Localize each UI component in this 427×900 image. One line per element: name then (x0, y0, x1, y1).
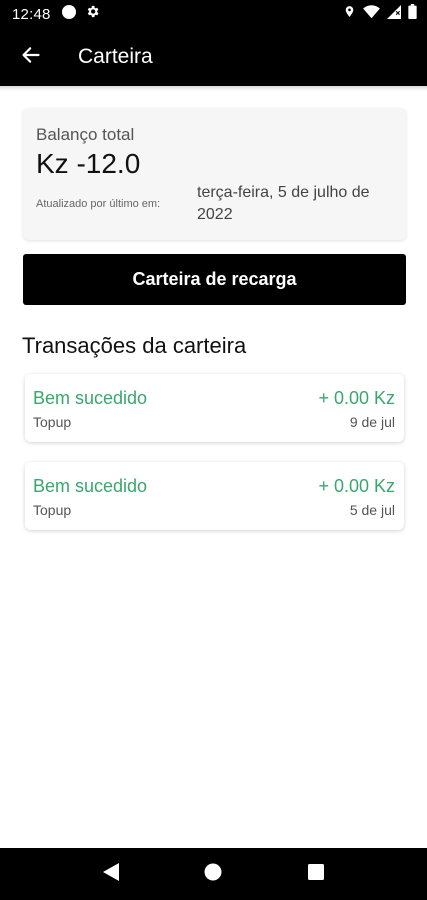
balance-card: Balanço total Kz -12.0 Atualizado por úl… (23, 108, 406, 240)
back-button[interactable] (0, 28, 62, 86)
status-bar: 12:48 (0, 0, 427, 28)
battery-icon (408, 4, 417, 24)
transaction-item[interactable]: Bem sucedido Topup + 0.00 Kz 5 de jul (25, 462, 404, 530)
transaction-date: 9 de jul (349, 414, 395, 430)
square-recents-icon (307, 863, 324, 885)
page-title: Carteira (78, 45, 153, 68)
notification-dot-icon (61, 4, 77, 25)
transaction-item[interactable]: Bem sucedido Topup + 0.00 Kz 9 de jul (25, 374, 404, 442)
triangle-back-icon (102, 862, 120, 887)
transactions-title: Transações da carteira (22, 333, 247, 358)
status-time: 12:48 (12, 5, 51, 23)
nav-back-button[interactable] (91, 854, 131, 894)
balance-value: Kz -12.0 (36, 148, 141, 179)
circle-home-icon (204, 863, 222, 886)
balance-label: Balanço total (36, 125, 135, 144)
location-icon (343, 4, 356, 24)
last-updated-label: Atualizado por último em: (36, 198, 161, 210)
transaction-type: Topup (33, 502, 72, 518)
app-bar-shadow (0, 86, 427, 91)
arrow-left-icon (21, 45, 41, 70)
recharge-wallet-button[interactable]: Carteira de recarga (23, 254, 406, 305)
status-left-icons (61, 4, 100, 25)
system-nav-bar (0, 848, 427, 900)
transaction-status: Bem sucedido (33, 388, 148, 408)
transaction-amount: + 0.00 Kz (318, 388, 395, 408)
nav-home-button[interactable] (193, 854, 233, 894)
transaction-status: Bem sucedido (33, 476, 148, 496)
app-bar: Carteira (0, 28, 427, 86)
settings-gear-icon (85, 4, 100, 24)
status-right-icons (343, 4, 417, 24)
signal-icon (387, 4, 401, 24)
wifi-icon (363, 4, 380, 24)
last-updated-value: terça-feira, 5 de julho de 2022 (197, 184, 370, 223)
transaction-amount: + 0.00 Kz (318, 476, 395, 496)
nav-recents-button[interactable] (296, 854, 336, 894)
transaction-date: 5 de jul (349, 502, 395, 518)
transaction-type: Topup (33, 414, 72, 430)
